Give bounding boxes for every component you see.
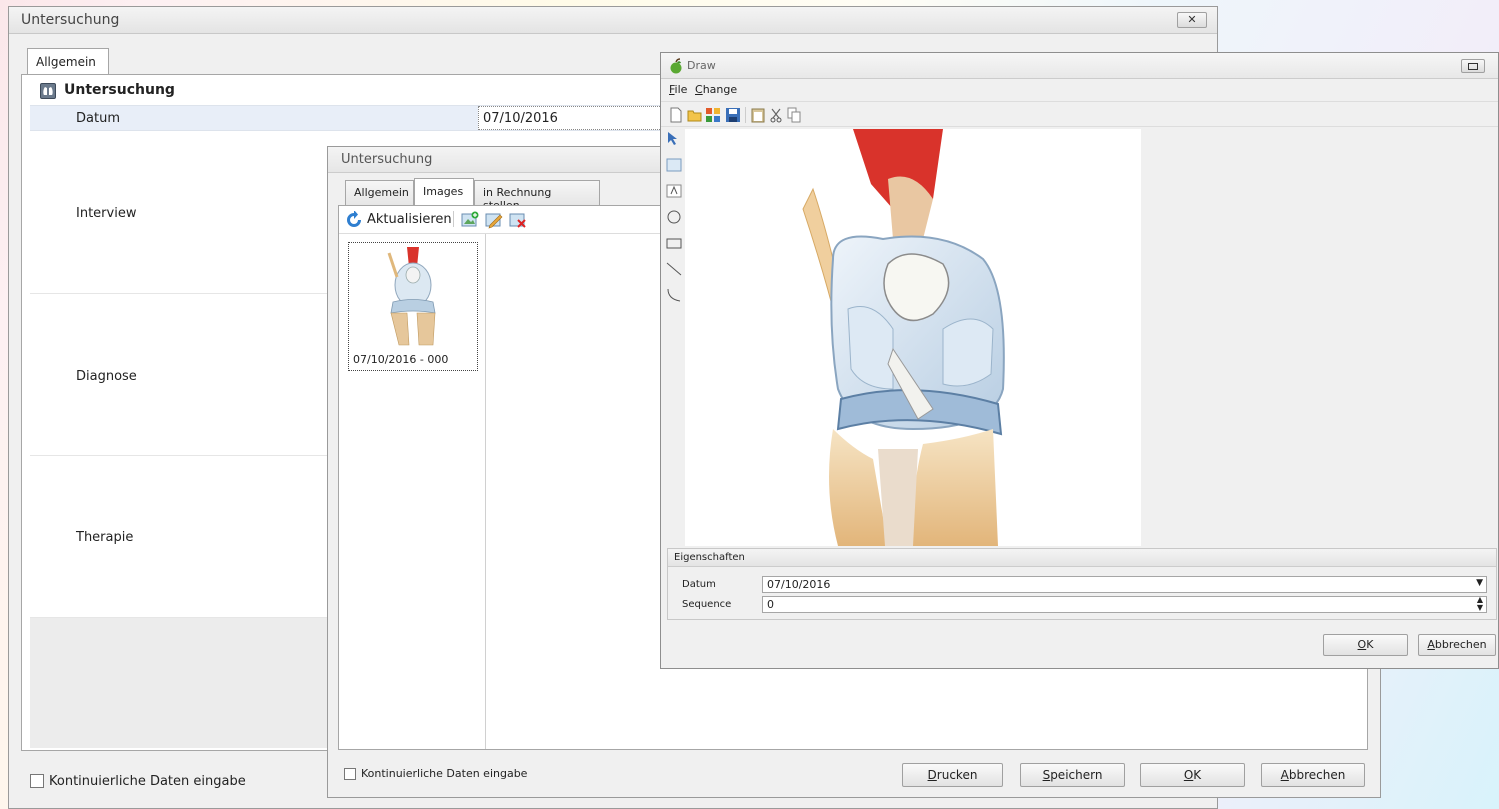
datum-label: Datum (76, 111, 120, 126)
section-header: Untersuchung (30, 81, 670, 101)
draw-datum-label: Datum (682, 579, 716, 590)
sequence-label: Sequence (682, 599, 732, 610)
cancel-button-label: bbrechen (1288, 768, 1346, 782)
thumbnail-list: 07/10/2016 - 000 (339, 234, 486, 749)
datum-value: 07/10/2016 (483, 111, 558, 126)
line-tool-icon[interactable] (666, 261, 682, 277)
continuous-data-label-2: Kontinuierliche Daten eingabe (361, 767, 528, 780)
print-button-label: rucken (936, 768, 978, 782)
datum-value-field[interactable]: 07/10/2016 (478, 106, 668, 130)
ok-button-label: K (1193, 768, 1202, 782)
draw-title: Draw (687, 59, 716, 72)
continuous-data-checkbox[interactable] (30, 774, 44, 788)
new-file-icon[interactable] (669, 107, 683, 123)
refresh-icon (345, 210, 363, 229)
rectangle-tool-icon[interactable] (666, 235, 682, 251)
save-button[interactable]: Speichern (1020, 763, 1125, 787)
draw-datum-value: 07/10/2016 (767, 578, 831, 591)
interview-label: Interview (76, 206, 137, 221)
draw-datum-dropdown[interactable]: 07/10/2016 ▼ (762, 576, 1487, 593)
draw-canvas[interactable] (685, 129, 1141, 546)
grid-icon[interactable] (705, 107, 721, 123)
continuous-data-checkbox-2[interactable] (344, 768, 356, 780)
image-tool-icon[interactable] (666, 157, 682, 173)
maximize-icon (1468, 63, 1478, 70)
cancel-button[interactable]: Abbrechen (1261, 763, 1365, 787)
sequence-spinner[interactable]: 0 ▲ ▼ (762, 596, 1487, 613)
apple-app-icon (668, 58, 684, 74)
open-folder-icon[interactable] (687, 107, 703, 123)
continuous-data-label: Kontinuierliche Daten eingabe (49, 774, 246, 789)
draw-window: Draw File Change Eigenschaften Datum 07/… (660, 52, 1499, 669)
main-close-button[interactable]: ✕ (1177, 12, 1207, 28)
change-menu-label: hange (702, 83, 738, 96)
draw-ok-button[interactable]: OK (1323, 634, 1408, 656)
knee-anatomy-image (793, 129, 1043, 546)
properties-panel: Eigenschaften Datum 07/10/2016 ▼ Sequenc… (667, 548, 1497, 620)
ellipse-tool-icon[interactable] (666, 209, 682, 225)
spinner-arrows-icon: ▲ ▼ (1476, 595, 1483, 612)
thumbnail-item[interactable]: 07/10/2016 - 000 (348, 242, 478, 371)
close-icon: ✕ (1187, 13, 1197, 26)
lungs-icon (40, 83, 56, 99)
ok-button[interactable]: OK (1140, 763, 1245, 787)
draw-ok-label: K (1366, 638, 1374, 651)
diagnose-label: Diagnose (76, 369, 137, 384)
draw-cancel-key: A (1427, 638, 1435, 651)
text-tool-icon[interactable] (666, 183, 682, 199)
tab-images[interactable]: Images (414, 178, 474, 206)
therapie-label: Therapie (76, 530, 134, 545)
add-image-icon[interactable] (461, 211, 479, 229)
tab-images-label: Images (423, 185, 464, 198)
properties-title: Eigenschaften (674, 552, 745, 563)
change-menu-key: C (695, 83, 703, 96)
cancel-button-key: A (1280, 768, 1289, 782)
draw-ok-key: O (1357, 638, 1367, 651)
toolbar-separator (453, 211, 454, 227)
draw-cancel-label: bbrechen (1434, 638, 1487, 651)
refresh-label: Aktualisieren (367, 212, 452, 227)
change-menu[interactable]: Change (695, 83, 737, 96)
print-button-key: D (927, 768, 937, 782)
thumbnail-caption: 07/10/2016 - 000 (353, 353, 449, 366)
save-icon[interactable] (725, 107, 741, 123)
curve-tool-icon[interactable] (666, 287, 682, 303)
tab-allgemein-label: Allgemein (36, 55, 96, 69)
knee-thumbnail-image (385, 247, 443, 347)
edit-image-icon[interactable] (485, 211, 503, 229)
draw-title-bar: Draw (661, 53, 1498, 79)
maximize-button[interactable] (1461, 59, 1485, 73)
file-menu[interactable]: File (669, 83, 687, 96)
save-button-label: peichern (1050, 768, 1103, 782)
toolbar-separator-2 (745, 107, 746, 123)
print-button[interactable]: Drucken (902, 763, 1003, 787)
draw-tools-strip (665, 129, 685, 319)
paste-icon[interactable] (751, 107, 765, 123)
section-title: Untersuchung (64, 82, 175, 98)
delete-image-icon[interactable] (509, 211, 527, 229)
ok-button-key: O (1183, 768, 1194, 782)
properties-header: Eigenschaften (668, 549, 1496, 567)
tab-allgemein[interactable]: Allgemein (27, 48, 109, 75)
draw-cancel-button[interactable]: Abbrechen (1418, 634, 1496, 656)
cut-icon[interactable] (769, 107, 783, 123)
main-window-title: Untersuchung (9, 7, 1217, 34)
file-menu-label: ile (674, 83, 688, 96)
draw-toolbar (661, 101, 1498, 127)
tab-in-rechnung-stellen[interactable]: in Rechnung stellen (474, 180, 600, 212)
tab-allgemein-2-label: Allgemein (354, 186, 409, 199)
tab-allgemein-2[interactable]: Allgemein (345, 180, 414, 205)
chevron-down-icon: ▼ (1476, 578, 1483, 588)
sequence-value: 0 (767, 598, 774, 611)
copy-icon[interactable] (787, 107, 801, 123)
pointer-tool-icon[interactable] (666, 131, 682, 147)
